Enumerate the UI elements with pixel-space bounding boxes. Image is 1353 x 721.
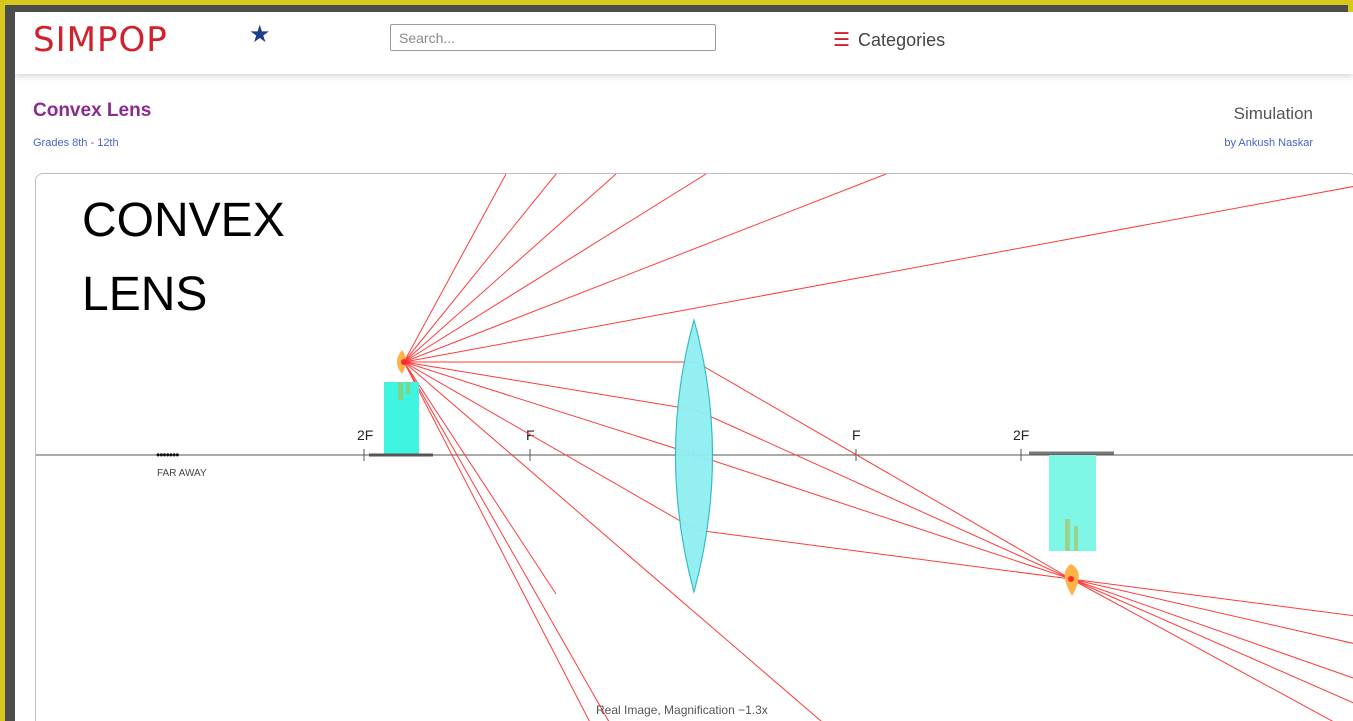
image-body: [1049, 455, 1096, 551]
far-away-label: FAR AWAY: [157, 468, 207, 479]
flame-tip: [401, 359, 407, 365]
image-candle: [1029, 451, 1114, 596]
label-2f-right: 2F: [1013, 427, 1029, 443]
grades-label: Grades 8th - 12th: [33, 137, 119, 149]
candle-drip-2: [406, 382, 410, 394]
simulation-type-label: Simulation: [1233, 104, 1313, 123]
light-rays: [403, 174, 1353, 721]
label-f-right: F: [852, 427, 861, 443]
convex-lens[interactable]: [674, 317, 714, 595]
ray-diagram: CONVEX LENS 2F F F 2F ••••••• FAR AWAY R…: [36, 174, 1353, 721]
image-drip-2: [1074, 526, 1078, 551]
overlay-title-line2: LENS: [82, 268, 207, 321]
image-drip: [1065, 519, 1070, 551]
categories-menu-button[interactable]: ☰ Categories: [833, 30, 945, 51]
candle-drip: [398, 382, 403, 400]
top-navbar: SIMPOP ★ ☰ Categories: [15, 12, 1353, 74]
overlay-title-line1: CONVEX: [82, 194, 285, 247]
simulation-canvas[interactable]: CONVEX LENS 2F F F 2F ••••••• FAR AWAY R…: [35, 173, 1353, 721]
page-title: Convex Lens: [33, 100, 152, 121]
categories-label: Categories: [858, 30, 946, 50]
star-icon: ★: [249, 21, 271, 48]
search-input[interactable]: [390, 24, 716, 51]
object-candle[interactable]: [369, 350, 433, 457]
simpop-logo[interactable]: SIMPOP: [33, 20, 168, 60]
status-text: Real Image, Magnification −1.3x: [596, 703, 768, 717]
author-link[interactable]: by Ankush Naskar: [1224, 137, 1313, 149]
browser-page: SIMPOP ★ ☰ Categories Convex Lens Grades…: [15, 12, 1353, 721]
far-away-dots[interactable]: •••••••: [156, 448, 180, 462]
hamburger-icon: ☰: [833, 30, 851, 51]
image-flame-tip: [1068, 576, 1074, 582]
label-2f-left: 2F: [357, 427, 373, 443]
